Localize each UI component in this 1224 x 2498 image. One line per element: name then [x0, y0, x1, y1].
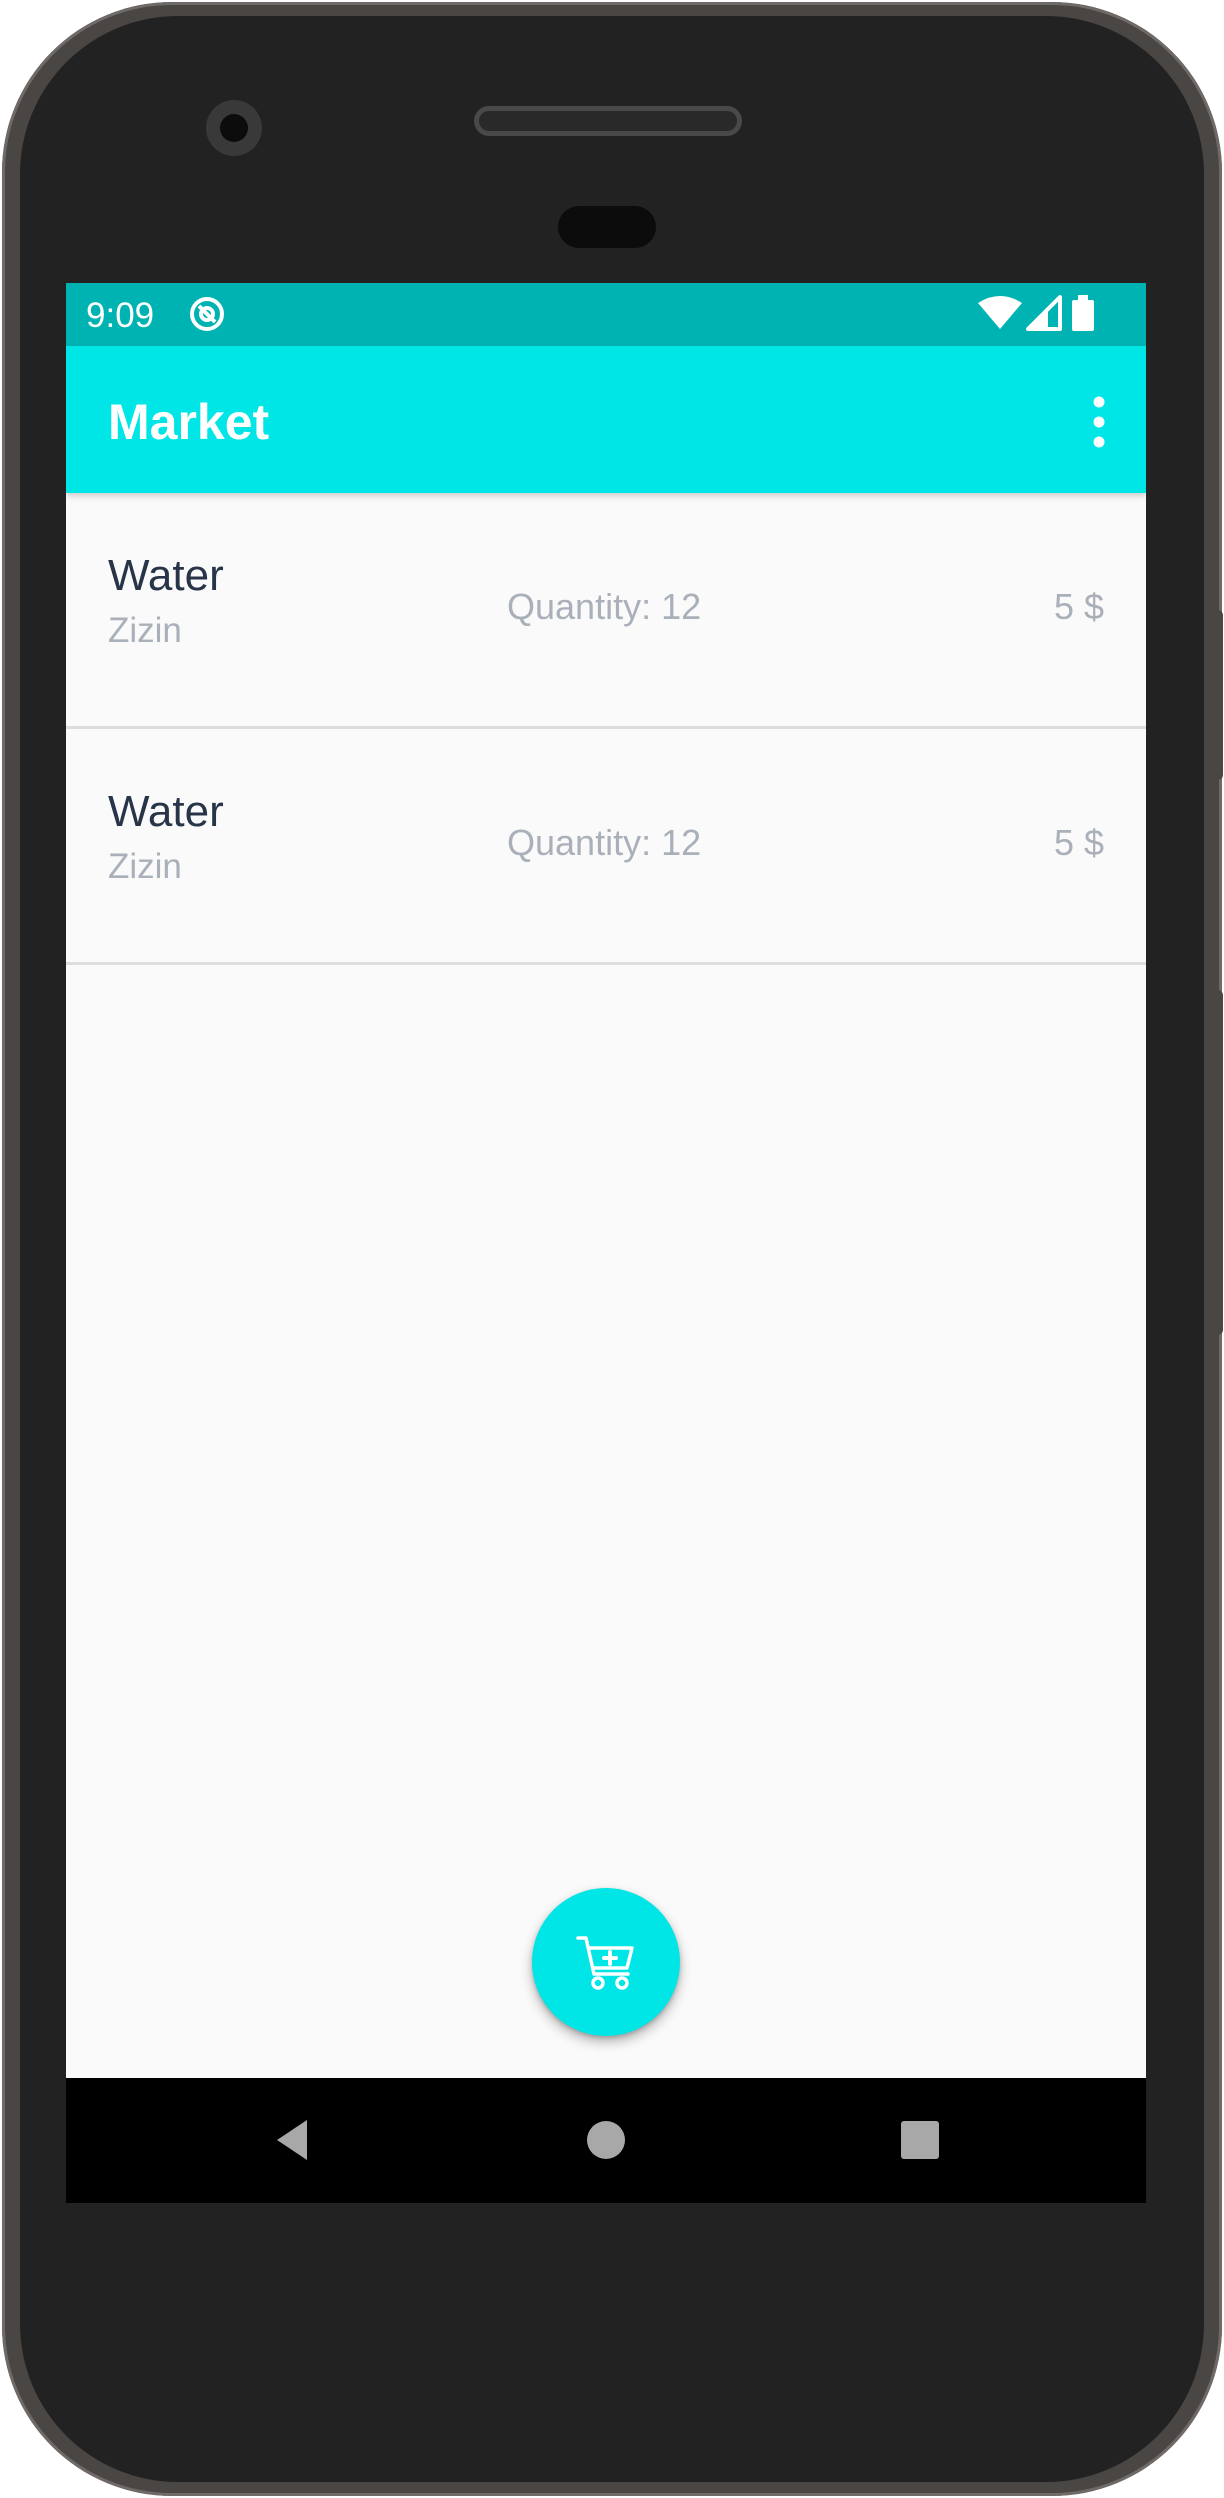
item-name: Water: [108, 787, 224, 836]
item-quantity: Quantity: 12: [507, 586, 702, 627]
add-to-cart-button[interactable]: [532, 1888, 680, 2036]
status-icons-svg: [978, 295, 1094, 331]
add-to-cart-icon: [576, 1936, 634, 1990]
app-title: Market: [108, 394, 270, 450]
item-price: 5 $: [1053, 586, 1104, 627]
recents-square-icon[interactable]: [896, 2116, 944, 2164]
product-list: Water Zizin Quantity: 12 5 $ Water Zizin…: [66, 493, 1146, 965]
phone-volume-button: [1213, 990, 1223, 1335]
more-vertical-icon[interactable]: [1084, 394, 1114, 450]
status-icons: [978, 295, 1128, 335]
app-bar: Market: [66, 346, 1146, 493]
item-brand: Zizin: [108, 847, 182, 886]
phone-power-button: [1213, 610, 1223, 780]
home-circle-icon[interactable]: [582, 2116, 630, 2164]
status-bar: 9:09: [66, 283, 1146, 346]
battery-icon: [1072, 295, 1094, 331]
status-time: 9:09: [86, 296, 155, 335]
at-sign-icon: [190, 297, 224, 331]
wifi-icon: [978, 296, 1022, 329]
proximity-sensor: [558, 206, 656, 248]
list-item[interactable]: Water Zizin Quantity: 12 5 $: [66, 493, 1146, 729]
navigation-bar: [66, 2078, 1146, 2203]
item-name: Water: [108, 551, 224, 600]
item-quantity: Quantity: 12: [507, 822, 702, 863]
back-triangle-icon[interactable]: [271, 2116, 319, 2164]
item-price: 5 $: [1053, 822, 1104, 863]
list-item[interactable]: Water Zizin Quantity: 12 5 $: [66, 729, 1146, 965]
front-camera: [206, 100, 262, 156]
app-screen: 9:09 Market Water Zizin Quantity: 12 5 $…: [66, 283, 1146, 2203]
earpiece-speaker: [474, 106, 742, 136]
item-brand: Zizin: [108, 611, 182, 650]
